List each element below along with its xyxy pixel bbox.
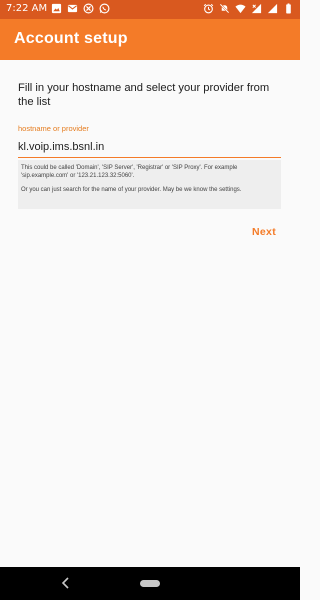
notification-icons [51, 3, 110, 14]
image-icon [51, 3, 62, 14]
signal-icon [267, 3, 278, 14]
instructions-text: Fill in your hostname and select your pr… [18, 82, 270, 108]
hint-text-search: Or you can just search for the name of y… [21, 187, 242, 193]
back-icon[interactable] [60, 576, 72, 590]
navigation-bar [0, 567, 300, 600]
home-pill-button[interactable] [140, 580, 160, 587]
alarm-icon [203, 3, 214, 14]
gmail-icon [67, 4, 78, 13]
hostname-field-label: hostname or provider [18, 124, 89, 133]
status-bar: 7:22 AM [0, 0, 300, 19]
hint-box: This could be called 'Domain', 'SIP Serv… [18, 160, 281, 209]
blocked-icon [83, 3, 94, 14]
whatsapp-icon [99, 3, 110, 14]
signal-x-icon [251, 3, 262, 14]
do-not-disturb-icon [219, 3, 230, 14]
hint-text-domain: This could be called 'Domain', 'SIP Serv… [21, 165, 238, 179]
system-icons [203, 3, 294, 14]
next-button[interactable]: Next [252, 226, 276, 238]
hostname-input[interactable] [18, 134, 281, 158]
wifi-icon [235, 4, 246, 14]
page-title: Account setup [14, 30, 128, 47]
battery-icon [286, 3, 291, 14]
app-bar: Account setup [0, 19, 300, 60]
status-time: 7:22 AM [6, 3, 48, 14]
